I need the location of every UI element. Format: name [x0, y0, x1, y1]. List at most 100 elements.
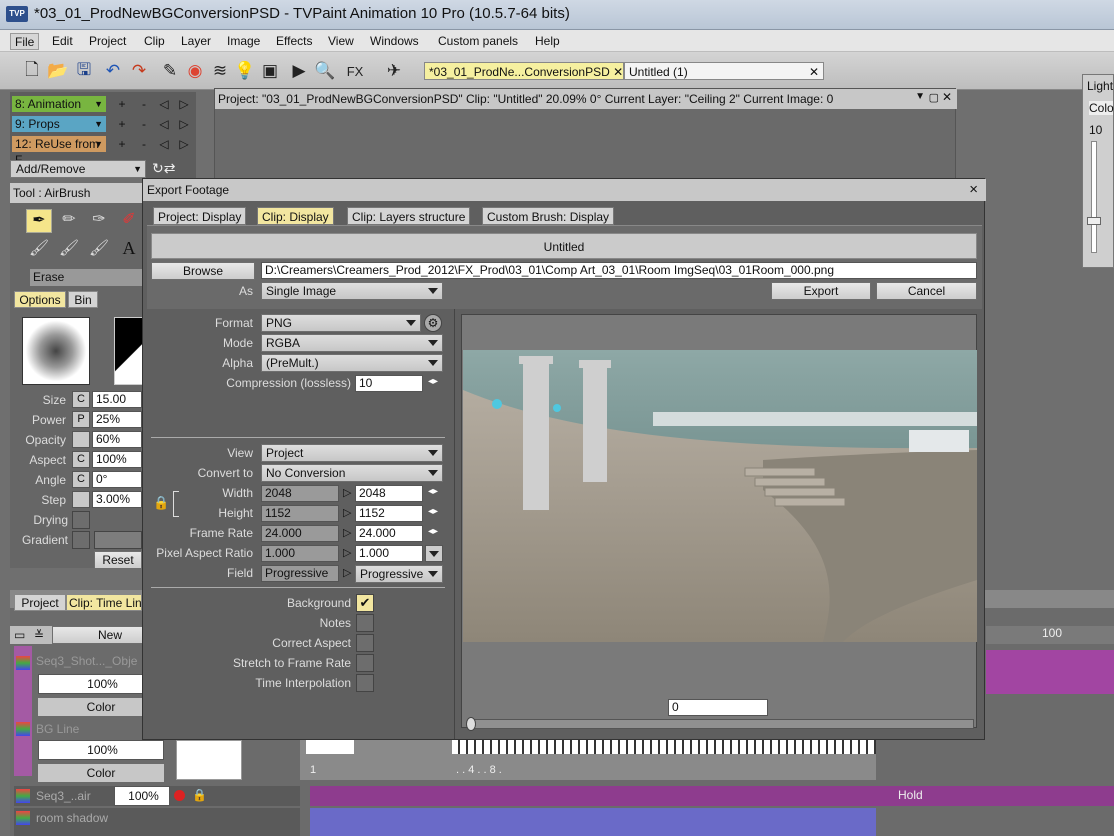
menu-edit[interactable]: Edit: [48, 33, 77, 50]
minus-icon[interactable]: -: [136, 136, 152, 152]
browse-button[interactable]: Browse: [151, 262, 255, 280]
tab-project[interactable]: Project: [14, 594, 66, 611]
menu-effects[interactable]: Effects: [272, 33, 316, 50]
as-select[interactable]: Single Image: [261, 282, 443, 300]
tab-untitled[interactable]: Untitled (1) ✕: [624, 62, 824, 80]
spinner-icon[interactable]: ◂▸: [428, 506, 438, 517]
menu-image[interactable]: Image: [223, 33, 264, 50]
next-icon[interactable]: ▷: [176, 136, 192, 152]
menu-layer[interactable]: Layer: [177, 33, 215, 50]
menu-help[interactable]: Help: [531, 33, 564, 50]
tab-bin[interactable]: Bin: [68, 291, 98, 308]
tool-prop-value[interactable]: 15.00: [92, 391, 142, 408]
notes-checkbox[interactable]: [356, 614, 374, 632]
zoom-icon[interactable]: 🔍: [313, 59, 337, 83]
tab-custom-brush-display[interactable]: Custom Brush: Display: [482, 207, 615, 225]
close-icon[interactable]: ✕: [613, 65, 623, 79]
time-interpolation-checkbox[interactable]: [356, 674, 374, 692]
spinner-icon[interactable]: ◂▸: [428, 526, 438, 537]
tool-prop-value[interactable]: 3.00%: [92, 491, 142, 508]
drying-checkbox[interactable]: [72, 511, 90, 529]
menu-view[interactable]: View: [324, 33, 358, 50]
chevron-down-icon[interactable]: ▼: [915, 91, 925, 102]
tab-project-display[interactable]: Project: Display: [153, 207, 247, 225]
brush-icon[interactable]: 🖌: [26, 238, 52, 262]
erase-toggle[interactable]: Erase: [30, 269, 142, 286]
tool-prop-modifier[interactable]: [72, 491, 90, 508]
paper-plane-icon[interactable]: ✈: [382, 59, 406, 83]
film-icon[interactable]: ▣: [258, 59, 282, 83]
tool-prop-modifier[interactable]: C: [72, 471, 90, 488]
stretch-framerate-checkbox[interactable]: [356, 654, 374, 672]
tab-clip-display[interactable]: Clip: Display: [257, 207, 334, 225]
lightbulb-icon[interactable]: 💡: [233, 59, 257, 83]
layer-name[interactable]: Seq3_..air: [36, 789, 116, 803]
layer-blend[interactable]: Color: [38, 764, 164, 782]
add-remove-dropdown[interactable]: Add/Remove ▼: [10, 160, 146, 178]
background-checkbox[interactable]: ✔: [356, 594, 374, 612]
color-group-props[interactable]: 9: Props ▼: [12, 116, 106, 132]
view-select[interactable]: Project: [261, 444, 443, 462]
correct-aspect-checkbox[interactable]: [356, 634, 374, 652]
preview-frame-input[interactable]: 0: [668, 699, 768, 716]
record-icon[interactable]: [174, 790, 185, 801]
color-tab[interactable]: Colo: [1089, 101, 1114, 115]
gradient-checkbox[interactable]: [72, 531, 90, 549]
layer-thumb-icon[interactable]: [16, 811, 30, 825]
layer-thumb-icon[interactable]: [16, 789, 30, 803]
fx-icon[interactable]: FX: [343, 59, 367, 83]
export-button[interactable]: Export: [771, 282, 871, 300]
tool-prop-value[interactable]: 60%: [92, 431, 142, 448]
gradient-dropdown[interactable]: [94, 531, 142, 549]
layer-name[interactable]: room shadow: [36, 811, 166, 825]
brush-tools-icon[interactable]: ✎: [158, 59, 182, 83]
layer-thumb-icon[interactable]: [16, 722, 30, 736]
prev-icon[interactable]: ◁: [156, 96, 172, 112]
next-icon[interactable]: ▷: [176, 116, 192, 132]
minus-icon[interactable]: -: [136, 96, 152, 112]
slider-handle[interactable]: [1087, 217, 1101, 225]
convert-select[interactable]: No Conversion: [261, 464, 443, 482]
tool-prop-value[interactable]: 100%: [92, 451, 142, 468]
spinner-icon[interactable]: ◂▸: [428, 376, 438, 387]
tool-prop-modifier[interactable]: [72, 431, 90, 448]
close-icon[interactable]: ✕: [809, 63, 819, 81]
tool-prop-modifier[interactable]: P: [72, 411, 90, 428]
menu-file[interactable]: File: [10, 33, 40, 50]
tab-clip-timeline[interactable]: Clip: Time Lin: [66, 594, 142, 611]
tool-prop-value[interactable]: 25%: [92, 411, 142, 428]
scrubber-handle[interactable]: [466, 717, 476, 731]
alpha-select[interactable]: (PreMult.): [261, 354, 443, 372]
format-select[interactable]: PNG: [261, 314, 421, 332]
preview-scrubber[interactable]: [468, 719, 974, 729]
next-icon[interactable]: ▷: [176, 96, 192, 112]
prev-icon[interactable]: ◁: [156, 136, 172, 152]
crayon-icon[interactable]: ✐: [116, 209, 142, 233]
restore-icon[interactable]: ▢: [929, 91, 939, 104]
tab-project-doc[interactable]: *03_01_ProdNe...ConversionPSD ✕: [424, 62, 624, 80]
minus-icon[interactable]: -: [136, 116, 152, 132]
close-icon[interactable]: ✕: [942, 90, 952, 104]
plus-icon[interactable]: +: [114, 96, 130, 112]
tool-prop-modifier[interactable]: C: [72, 391, 90, 408]
tool-prop-modifier[interactable]: C: [72, 451, 90, 468]
light-slider[interactable]: [1091, 141, 1097, 253]
play-icon[interactable]: ▶: [287, 59, 311, 83]
undo-icon[interactable]: ↶: [101, 59, 125, 83]
layer-opacity[interactable]: 100%: [114, 786, 170, 806]
mode-select[interactable]: RGBA: [261, 334, 443, 352]
cancel-button[interactable]: Cancel: [876, 282, 977, 300]
layers-icon[interactable]: ≋: [208, 59, 232, 83]
folder-icon[interactable]: ▭: [14, 628, 25, 642]
save-icon[interactable]: 🖫: [72, 59, 96, 83]
watercolor-icon[interactable]: 🖌: [86, 238, 112, 262]
oil-brush-icon[interactable]: 🖌: [56, 238, 82, 262]
plus-icon[interactable]: +: [114, 116, 130, 132]
framerate-input[interactable]: 24.000: [355, 525, 423, 542]
close-icon[interactable]: ×: [969, 181, 978, 198]
airbrush-icon[interactable]: ✒: [26, 209, 52, 233]
layers-stack-icon[interactable]: ≚: [34, 628, 44, 642]
new-file-icon[interactable]: 🗋: [20, 59, 44, 83]
pencil-icon[interactable]: ✏: [56, 209, 82, 233]
undo-arrow-icon[interactable]: ↻⇄: [152, 160, 192, 178]
